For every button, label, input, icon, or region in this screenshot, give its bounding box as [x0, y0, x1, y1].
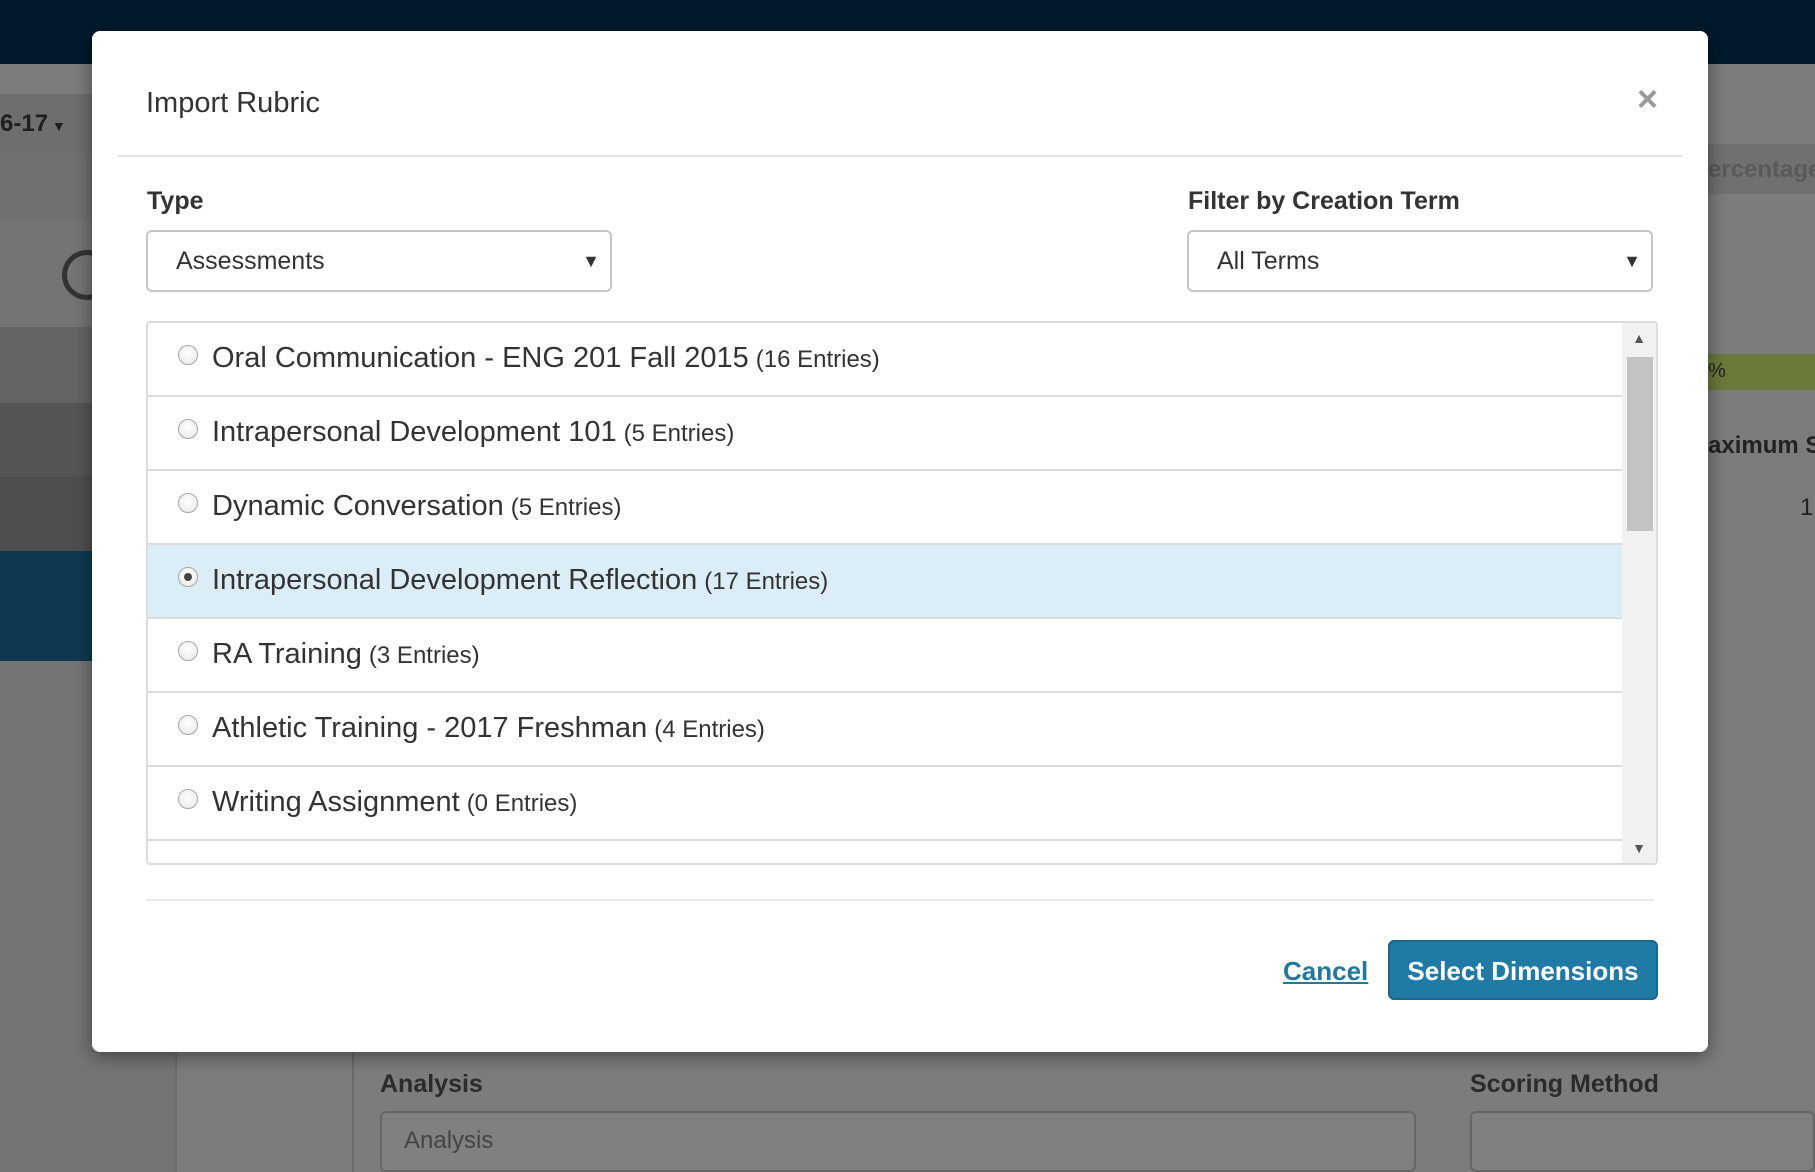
select-arrow-icon: ▼: [582, 251, 600, 271]
radio-button[interactable]: [178, 345, 198, 365]
type-select-value: Assessments: [176, 247, 325, 275]
rubric-option[interactable]: Intrapersonal Development 101 (5 Entries): [148, 397, 1622, 471]
rubric-name: RA Training: [212, 638, 362, 670]
column-divider: [175, 1040, 177, 1172]
analysis-label: Analysis: [380, 1070, 483, 1098]
maximum-score-header: aximum S: [1708, 432, 1815, 459]
rubric-name: Dynamic Conversation: [212, 490, 504, 522]
rubric-option[interactable]: Oral Communication - ENG 201 Fall 2015 (1…: [148, 323, 1622, 397]
scroll-down-icon[interactable]: ▼: [1622, 833, 1656, 863]
radio-button[interactable]: [178, 493, 198, 513]
rubric-option[interactable]: Dynamic Conversation (5 Entries): [148, 471, 1622, 545]
rubric-entry-count: (5 Entries): [623, 420, 735, 447]
rubric-option[interactable]: Writing Assignment (0 Entries): [148, 767, 1622, 841]
column-divider: [352, 1040, 354, 1172]
select-dimensions-button[interactable]: Select Dimensions: [1388, 940, 1658, 1000]
rubric-entry-count: (0 Entries): [466, 790, 578, 817]
rubric-entry-count: (5 Entries): [510, 494, 622, 521]
caret-down-icon: ▼: [52, 118, 66, 134]
radio-button[interactable]: [178, 419, 198, 439]
rubric-name: Writing Assignment: [212, 786, 460, 818]
close-icon[interactable]: ×: [1637, 81, 1658, 117]
scroll-up-icon[interactable]: ▲: [1622, 323, 1656, 353]
rubric-option[interactable]: RA Training (3 Entries): [148, 619, 1622, 693]
filter-term-select[interactable]: All Terms ▼: [1187, 230, 1653, 292]
term-dropdown[interactable]: 6-17 ▼: [0, 94, 92, 154]
scoring-method-label: Scoring Method: [1470, 1070, 1659, 1098]
rubric-entry-count: (16 Entries): [755, 346, 880, 373]
radio-button[interactable]: [178, 789, 198, 809]
type-select[interactable]: Assessments ▼: [146, 230, 612, 292]
filter-term-select-value: All Terms: [1217, 247, 1320, 275]
rubric-option[interactable]: Athletic Training - 2017 Freshman (4 Entr…: [148, 693, 1622, 767]
type-label: Type: [147, 187, 204, 215]
analysis-input[interactable]: Analysis: [380, 1111, 1416, 1172]
term-label: 6-17: [0, 110, 49, 137]
import-rubric-modal: Import Rubric × Type Assessments ▼ Filte…: [92, 31, 1708, 1052]
maximum-score-value: 1: [1800, 494, 1814, 521]
list-scrollbar[interactable]: ▲ ▼: [1622, 323, 1656, 863]
rubric-name: Athletic Training - 2017 Freshman: [212, 712, 648, 744]
rubric-option[interactable]: Intrapersonal Development Reflection (17 …: [148, 545, 1622, 619]
rubric-entry-count: (3 Entries): [368, 642, 480, 669]
percentage-bar: %: [1708, 354, 1815, 390]
select-arrow-icon: ▼: [1623, 251, 1641, 271]
rubric-entry-count: (4 Entries): [654, 716, 765, 743]
header-divider: [118, 155, 1682, 157]
rubric-name: Intrapersonal Development Reflection: [212, 564, 698, 596]
rubric-list[interactable]: Oral Communication - ENG 201 Fall 2015 (1…: [146, 321, 1658, 865]
percentage-header: ercentage: [1708, 144, 1815, 194]
rubric-entry-count: (17 Entries): [704, 568, 829, 595]
filter-term-label: Filter by Creation Term: [1188, 187, 1460, 215]
scoring-method-select[interactable]: [1470, 1111, 1815, 1172]
radio-button[interactable]: [178, 715, 198, 735]
footer-divider: [146, 899, 1654, 901]
rubric-option[interactable]: [148, 841, 1622, 863]
scroll-thumb[interactable]: [1627, 357, 1653, 531]
rubric-name: Oral Communication - ENG 201 Fall 2015: [212, 342, 749, 374]
radio-button[interactable]: [178, 567, 198, 587]
cancel-link[interactable]: Cancel: [1283, 956, 1368, 987]
rubric-name: Intrapersonal Development 101: [212, 416, 617, 448]
modal-title: Import Rubric: [146, 87, 321, 119]
radio-button[interactable]: [178, 641, 198, 661]
